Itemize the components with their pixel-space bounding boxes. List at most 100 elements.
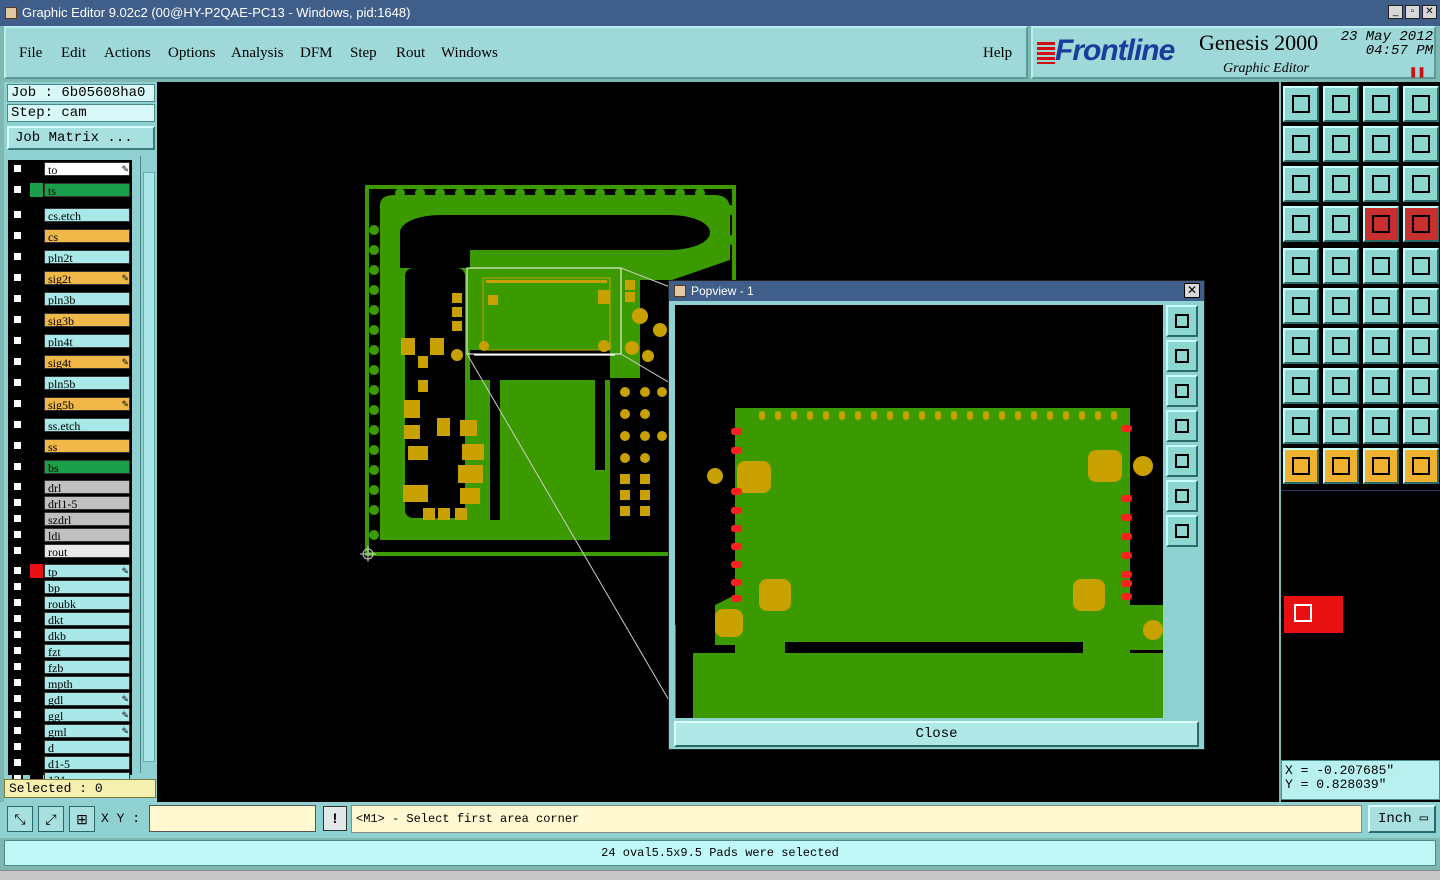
layer-row-drl1-5[interactable]: drl1-5 xyxy=(8,496,132,511)
layer-color-swatch[interactable] xyxy=(30,460,43,474)
area-icon[interactable] xyxy=(1363,408,1399,444)
layer-name[interactable]: gdl xyxy=(44,692,130,707)
layer-checkbox[interactable] xyxy=(12,529,23,540)
layer-checkbox[interactable] xyxy=(12,377,23,388)
pointer-circle-icon[interactable] xyxy=(1363,448,1399,484)
layer-name[interactable]: cs xyxy=(44,229,130,244)
menu-help[interactable]: Help xyxy=(983,45,1012,62)
layer-checkbox[interactable] xyxy=(12,419,23,430)
connect-icon[interactable] xyxy=(1283,288,1319,324)
popview-zoom-icon[interactable] xyxy=(1166,305,1198,337)
snap-top-icon[interactable] xyxy=(1283,86,1319,122)
layer-color-swatch[interactable] xyxy=(30,480,43,494)
xy-input[interactable] xyxy=(149,805,316,832)
popview-pan-right-icon[interactable] xyxy=(1166,445,1198,477)
layer-name[interactable]: fzb xyxy=(44,660,130,675)
layer-name[interactable]: sig4t xyxy=(44,355,130,370)
layer-row-fzt[interactable]: fzt xyxy=(8,644,132,659)
layer-red2-icon[interactable] xyxy=(1403,206,1439,242)
layer-color-swatch[interactable] xyxy=(30,271,43,285)
layer-color-swatch[interactable] xyxy=(30,544,43,558)
layer-checkbox[interactable] xyxy=(12,581,23,592)
layer-name[interactable]: sig5b xyxy=(44,397,130,412)
layer-name[interactable]: gml xyxy=(44,724,130,739)
layer-name[interactable]: bs xyxy=(44,460,130,475)
layer-name[interactable]: fzt xyxy=(44,644,130,659)
pause-icon[interactable]: ❚❚ xyxy=(1409,67,1426,78)
layer-checkbox[interactable] xyxy=(12,163,23,174)
layer-row-dkb[interactable]: dkb xyxy=(8,628,132,643)
layer-checkbox[interactable] xyxy=(12,314,23,325)
scale-icon[interactable] xyxy=(1363,166,1399,202)
net-highlight-icon[interactable] xyxy=(1323,206,1359,242)
layer-name[interactable]: szdrl xyxy=(44,512,130,527)
menu-file[interactable]: File xyxy=(19,45,42,62)
layer-name[interactable]: d xyxy=(44,740,130,755)
undo-view-icon[interactable] xyxy=(1363,126,1399,162)
redo-view-icon[interactable] xyxy=(1403,126,1439,162)
ruler-icon[interactable] xyxy=(1363,248,1399,284)
edit-line-icon[interactable] xyxy=(1323,328,1359,364)
layer-row-ggl[interactable]: ggl ✎ xyxy=(8,708,132,723)
layer-checkbox[interactable] xyxy=(12,209,23,220)
layer-name[interactable]: ss.etch xyxy=(44,418,130,433)
layer-checkbox[interactable] xyxy=(12,757,23,768)
layer-name[interactable]: dkb xyxy=(44,628,130,643)
rotate-icon[interactable] xyxy=(1363,328,1399,364)
angle-icon[interactable] xyxy=(1283,328,1319,364)
layer-name[interactable]: ts xyxy=(44,183,130,198)
layer-name[interactable]: sig3b xyxy=(44,313,130,328)
pad-icon[interactable] xyxy=(1403,248,1439,284)
layer-color-swatch[interactable] xyxy=(30,660,43,674)
layer-name[interactable]: tp xyxy=(44,564,130,579)
popview-close-button[interactable]: Close xyxy=(674,721,1199,747)
layer-row-cs[interactable]: cs xyxy=(8,229,132,244)
layer-checkbox[interactable] xyxy=(12,725,23,736)
job-matrix-button[interactable]: Job Matrix ... xyxy=(7,126,155,150)
layer-color-swatch[interactable] xyxy=(30,512,43,526)
popview-fit-icon[interactable] xyxy=(1166,515,1198,547)
resize-icon[interactable] xyxy=(1283,368,1319,404)
layer-color-swatch[interactable] xyxy=(30,162,43,176)
draw-line-icon[interactable] xyxy=(1323,248,1359,284)
pan-left-icon[interactable] xyxy=(1283,126,1319,162)
layer-checkbox[interactable] xyxy=(12,497,23,508)
pointer-box-icon[interactable] xyxy=(1323,448,1359,484)
zoom-fit-icon[interactable] xyxy=(1283,166,1319,202)
layer-checkbox[interactable] xyxy=(12,741,23,752)
layer-color-swatch[interactable] xyxy=(30,528,43,542)
layer-row-rout[interactable]: rout xyxy=(8,544,132,559)
layer-checkbox[interactable] xyxy=(12,356,23,367)
layer-color-swatch[interactable] xyxy=(30,708,43,722)
layer-color-swatch[interactable] xyxy=(30,229,43,243)
cut-icon[interactable] xyxy=(1323,368,1359,404)
layer-checkbox[interactable] xyxy=(12,335,23,346)
layer-checkbox[interactable] xyxy=(12,184,23,195)
layer-name[interactable]: pln5b xyxy=(44,376,130,391)
scrollbar-thumb[interactable] xyxy=(143,172,155,762)
layer-color-swatch[interactable] xyxy=(30,724,43,738)
layer-color-swatch[interactable] xyxy=(30,292,43,306)
layer-checkbox[interactable] xyxy=(12,513,23,524)
layer-color-swatch[interactable] xyxy=(30,496,43,510)
menu-dfm[interactable]: DFM xyxy=(300,45,333,62)
close-window-button[interactable]: ✕ xyxy=(1422,5,1437,19)
layer-color-swatch[interactable] xyxy=(30,418,43,432)
layer-color-swatch[interactable] xyxy=(30,628,43,642)
layer-checkbox[interactable] xyxy=(12,709,23,720)
layer-checkbox[interactable] xyxy=(12,230,23,241)
layer-row-roubk[interactable]: roubk xyxy=(8,596,132,611)
layer-row-cs.etch[interactable]: cs.etch xyxy=(8,208,132,223)
layer-color-swatch[interactable] xyxy=(30,208,43,222)
layer-color-swatch[interactable] xyxy=(30,397,43,411)
maximize-button[interactable]: ▫ xyxy=(1405,5,1420,19)
zoom-area-icon[interactable]: ⤡ xyxy=(7,806,33,832)
layer-row-sig4t[interactable]: sig4t ✎ xyxy=(8,355,132,370)
minimize-button[interactable]: _ xyxy=(1388,5,1403,19)
move-icon[interactable] xyxy=(1363,288,1399,324)
layer-row-sig5b[interactable]: sig5b ✎ xyxy=(8,397,132,412)
menu-analysis[interactable]: Analysis xyxy=(231,45,284,62)
layer-row-dkt[interactable]: dkt xyxy=(8,612,132,627)
layer-color-swatch[interactable] xyxy=(30,580,43,594)
layer-name[interactable]: dkt xyxy=(44,612,130,627)
